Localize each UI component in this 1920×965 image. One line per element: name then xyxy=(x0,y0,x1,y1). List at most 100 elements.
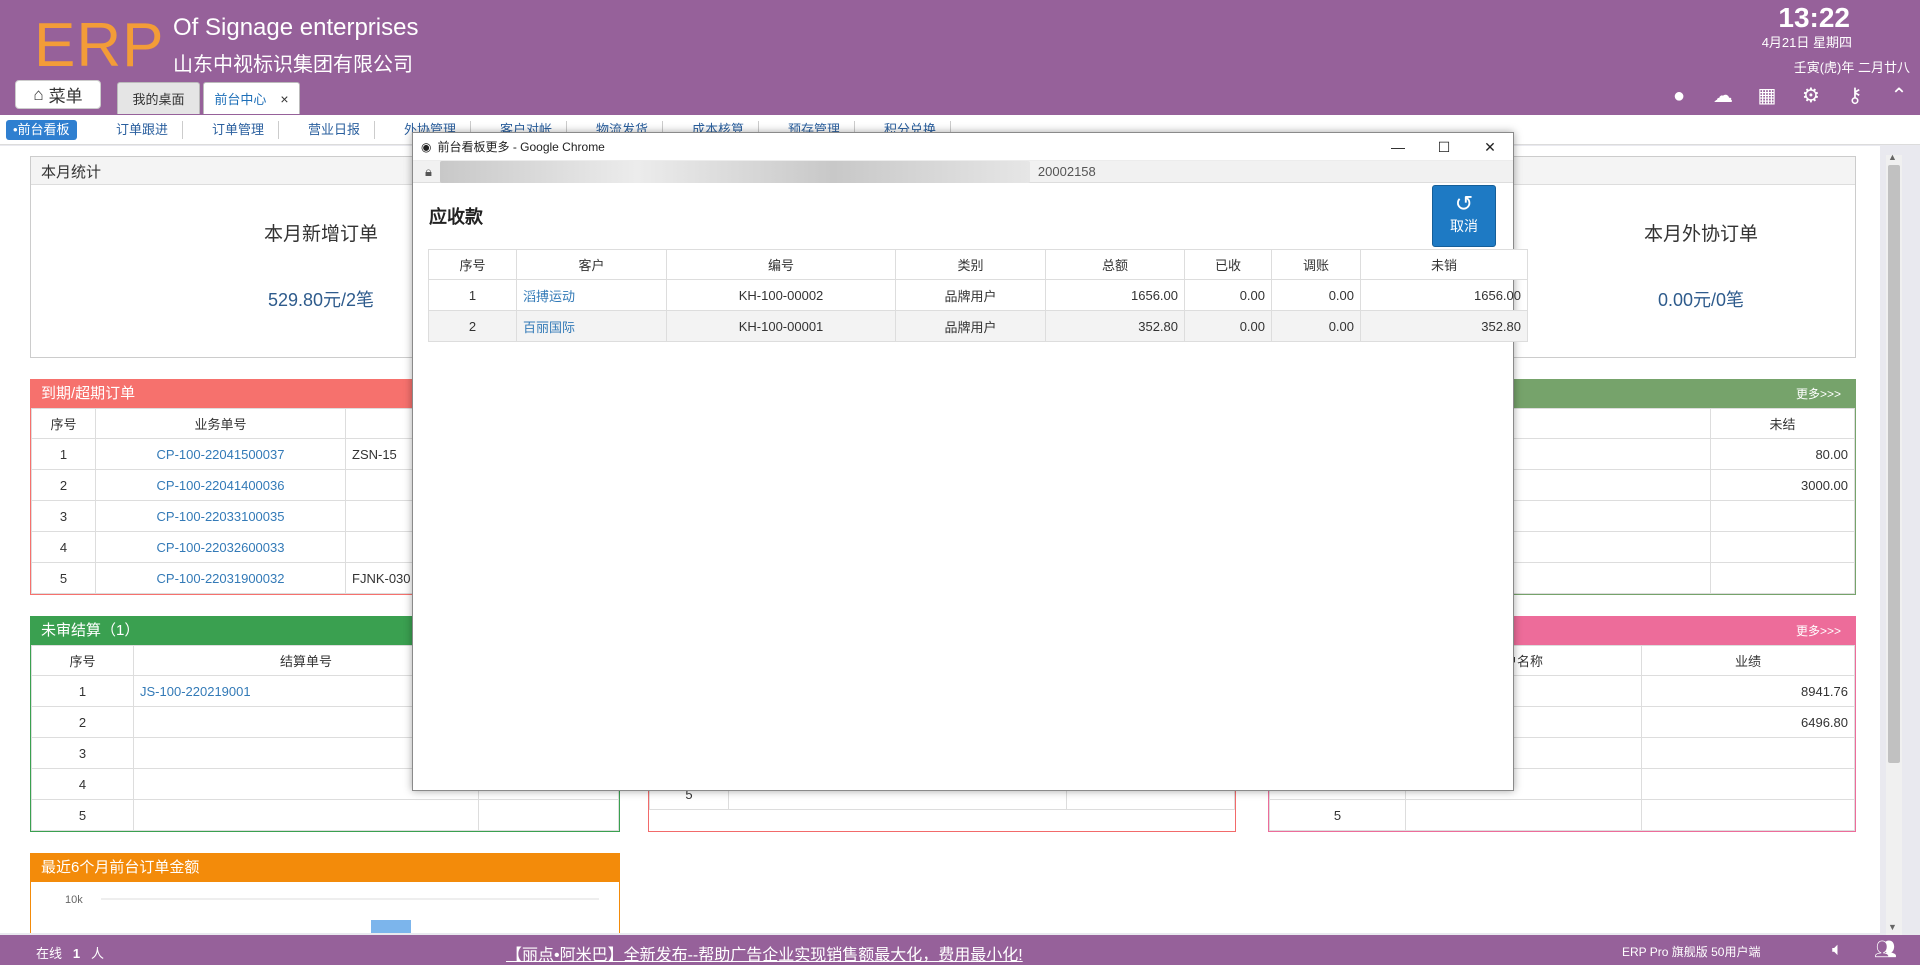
cell xyxy=(1405,799,1642,831)
cell: KH-100-00002 xyxy=(666,279,896,311)
window-titlebar: ◉ 前台看板更多 - Google Chrome — ☐ ✕ xyxy=(413,133,1513,161)
column-header: 序号 xyxy=(31,645,134,676)
subnav-item[interactable]: 订单管理 xyxy=(198,121,280,139)
stat-value: 0.00元/0笔 xyxy=(1657,290,1745,310)
close-window-icon[interactable]: ✕ xyxy=(1467,133,1513,161)
popup-window: ◉ 前台看板更多 - Google Chrome — ☐ ✕ 🔒︎ . 2000… xyxy=(412,132,1528,791)
cell xyxy=(1641,799,1855,831)
maximize-icon[interactable]: ☐ xyxy=(1421,133,1467,161)
subnav-item[interactable]: •前台看板 xyxy=(6,120,77,140)
orders-bar-chart: 10k xyxy=(65,894,599,933)
column-header: 客户 xyxy=(516,249,667,280)
stat-value: 529.80元/2笔 xyxy=(267,290,375,310)
cell: KH-100-00001 xyxy=(666,310,896,342)
cell: 3 xyxy=(31,737,134,769)
cell: 80.00 xyxy=(1710,438,1855,470)
cell: 1 xyxy=(428,279,517,311)
user-icon[interactable]: ● xyxy=(1668,85,1690,107)
cell: 5 xyxy=(31,562,96,594)
cell: 1656.00 xyxy=(1360,279,1528,311)
cell: 2 xyxy=(428,310,517,342)
gear-icon[interactable]: ⚙ xyxy=(1800,85,1822,107)
more-link[interactable]: 更多>>> xyxy=(1796,617,1841,645)
order-link[interactable]: CP-100-22033100035 xyxy=(157,509,285,524)
cell: 6496.80 xyxy=(1641,706,1855,738)
menu-button[interactable]: ⌂ 菜单 xyxy=(15,80,101,109)
stat-title: 本月新增订单 xyxy=(263,224,378,245)
column-header: 序号 xyxy=(31,408,96,439)
url-tail: 20002158 xyxy=(1037,163,1096,179)
news-marquee-link[interactable]: 【丽点•阿米巴】全新发布--帮助广告企业实现销售额最大化，费用最小化! xyxy=(506,941,1023,965)
cell: 8941.76 xyxy=(1641,675,1855,707)
outsource-stat: 本月外协订单 0.00元/0笔 xyxy=(1591,219,1811,312)
up-icon[interactable]: ⌃ xyxy=(1888,85,1910,107)
erp-logo: ERP xyxy=(34,11,165,80)
cell: 0.00 xyxy=(1271,279,1361,311)
cell: 0.00 xyxy=(1271,310,1361,342)
cell xyxy=(1710,500,1855,532)
more-link[interactable]: 更多>>> xyxy=(1796,380,1841,408)
receivables-table: 序号 客户 编号 类别 总额 已收 调账 未销 1 滔搏运动 KH-100-00… xyxy=(428,249,1528,342)
column-header: 未结 xyxy=(1710,408,1855,439)
cell: 1 xyxy=(31,438,96,470)
order-link[interactable]: CP-100-22041500037 xyxy=(157,447,285,462)
table-row: 1 滔搏运动 KH-100-00002 品牌用户 1656.00 0.00 0.… xyxy=(428,279,1528,311)
customer-link[interactable]: 百丽国际 xyxy=(523,320,575,335)
minimize-icon[interactable]: — xyxy=(1375,133,1421,161)
menu-label: 菜单 xyxy=(48,87,83,106)
tab-label: 前台中心 xyxy=(214,92,267,107)
cell xyxy=(1641,737,1855,769)
stat-title: 本月外协订单 xyxy=(1643,224,1758,245)
cell: 0.00 xyxy=(1184,279,1272,311)
panel-title: 最近6个月前台订单金额 xyxy=(31,854,619,882)
cell: 0.00 xyxy=(1184,310,1272,342)
apps-icon[interactable]: ▦ xyxy=(1756,85,1778,107)
cell: 2 xyxy=(31,469,96,501)
customer-link[interactable]: 滔搏运动 xyxy=(523,289,575,304)
order-link[interactable]: CP-100-22041400036 xyxy=(157,478,285,493)
cell: 4 xyxy=(31,531,96,563)
table-row: 5 xyxy=(31,799,619,831)
users-icon[interactable]: 👥︎ xyxy=(1874,939,1897,960)
cancel-button[interactable]: ↺ 取消 xyxy=(1432,185,1496,247)
column-header: 业务单号 xyxy=(95,408,346,439)
header-toolbar: ● ☁ ▦ ⚙ ⚷ ⌃ xyxy=(1668,85,1910,107)
tab-front-center[interactable]: 前台中心 × xyxy=(203,82,300,114)
order-link[interactable]: CP-100-22032600033 xyxy=(157,540,285,555)
cell: 1 xyxy=(31,675,134,707)
subnav-item[interactable]: 订单跟进 xyxy=(102,121,184,139)
table-header-row: 序号 客户 编号 类别 总额 已收 调账 未销 xyxy=(428,249,1528,280)
column-header: 序号 xyxy=(428,249,517,280)
scroll-down-icon[interactable]: ▼ xyxy=(1888,922,1897,932)
close-icon[interactable]: × xyxy=(280,91,288,107)
scrollbar-thumb[interactable] xyxy=(1888,165,1900,763)
version-label: ERP Pro 旗舰版 50用户端 xyxy=(1622,945,1761,959)
key-icon[interactable]: ⚷ xyxy=(1844,85,1866,107)
order-link[interactable]: CP-100-22031900032 xyxy=(157,571,285,586)
column-header: 编号 xyxy=(666,249,896,280)
y-tick-label: 10k xyxy=(65,894,83,906)
cell: 352.80 xyxy=(1045,310,1185,342)
home-icon: ⌂ xyxy=(33,84,44,104)
cell: 5 xyxy=(31,799,134,831)
scroll-up-icon[interactable]: ▲ xyxy=(1888,152,1897,162)
undo-icon: ↺ xyxy=(1454,191,1474,216)
column-header: 类别 xyxy=(895,249,1046,280)
column-header: 未销 xyxy=(1360,249,1528,280)
cell xyxy=(1641,768,1855,800)
address-bar[interactable]: 🔒︎ . 20002158 xyxy=(413,160,1513,183)
cell: 品牌用户 xyxy=(895,310,1046,342)
cell xyxy=(133,799,479,831)
cell: 4 xyxy=(31,768,134,800)
cloud-icon[interactable]: ☁ xyxy=(1712,85,1734,107)
tab-my-desktop[interactable]: 我的桌面 xyxy=(117,82,200,114)
browser-icon: ◉ xyxy=(421,139,432,154)
cell: 5 xyxy=(1269,799,1406,831)
company-name-cn: 山东中视标识集团有限公司 xyxy=(173,54,413,76)
clock-time: 13:22 xyxy=(1778,2,1850,33)
chart-bar xyxy=(371,920,411,933)
settlement-link[interactable]: JS-100-220219001 xyxy=(140,684,251,699)
volume-icon[interactable]: 🔈︎ xyxy=(1832,939,1843,960)
column-header: 业绩 xyxy=(1641,645,1855,676)
subnav-item[interactable]: 营业日报 xyxy=(294,121,376,139)
